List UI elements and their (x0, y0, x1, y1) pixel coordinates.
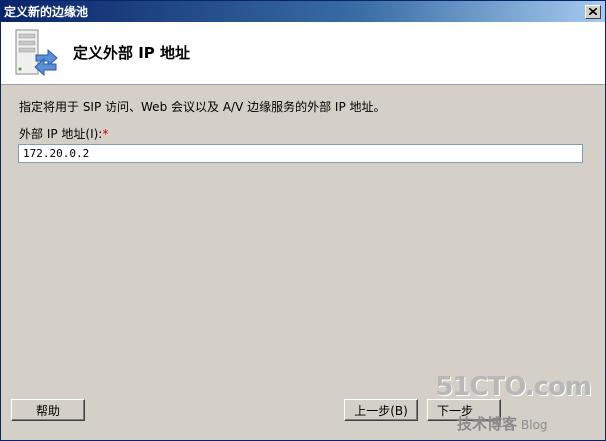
help-button[interactable]: 帮助 (11, 399, 85, 421)
window-title: 定义新的边缘池 (4, 5, 89, 19)
watermark-main: 51CTO.com (435, 372, 592, 402)
wizard-header: 定义外部 IP 地址 (1, 22, 605, 85)
close-icon (589, 8, 597, 15)
page-title: 定义外部 IP 地址 (73, 44, 191, 62)
required-marker: * (102, 127, 109, 141)
next-button[interactable]: 下一步 (427, 399, 501, 421)
back-button[interactable]: 上一步(B) (344, 399, 418, 421)
ip-field-label: 外部 IP 地址(I):* (19, 125, 108, 142)
ip-field-label-text: 外部 IP 地址(I): (19, 127, 103, 141)
watermark-blog: Blog (521, 418, 548, 432)
description-text: 指定将用于 SIP 访问、Web 会议以及 A/V 边缘服务的外部 IP 地址。 (19, 100, 386, 114)
close-button[interactable] (585, 4, 601, 19)
title-bar[interactable]: 定义新的边缘池 (1, 1, 605, 22)
external-ip-input[interactable] (18, 144, 583, 163)
server-arrow-icon (15, 29, 58, 77)
wizard-window: 定义新的边缘池 定义外部 IP 地址 指定将用于 SIP 访问、Web 会议以及… (0, 0, 606, 441)
